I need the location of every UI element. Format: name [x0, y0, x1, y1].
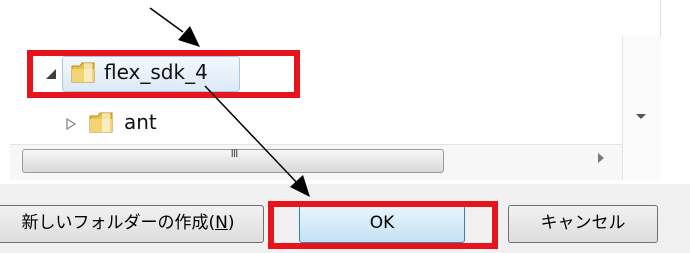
arrow-to-folder: [149, 7, 184, 33]
arrow-head-folder: [178, 26, 200, 47]
arrow-to-ok: [204, 85, 301, 187]
annotation-arrows: [149, 7, 310, 197]
